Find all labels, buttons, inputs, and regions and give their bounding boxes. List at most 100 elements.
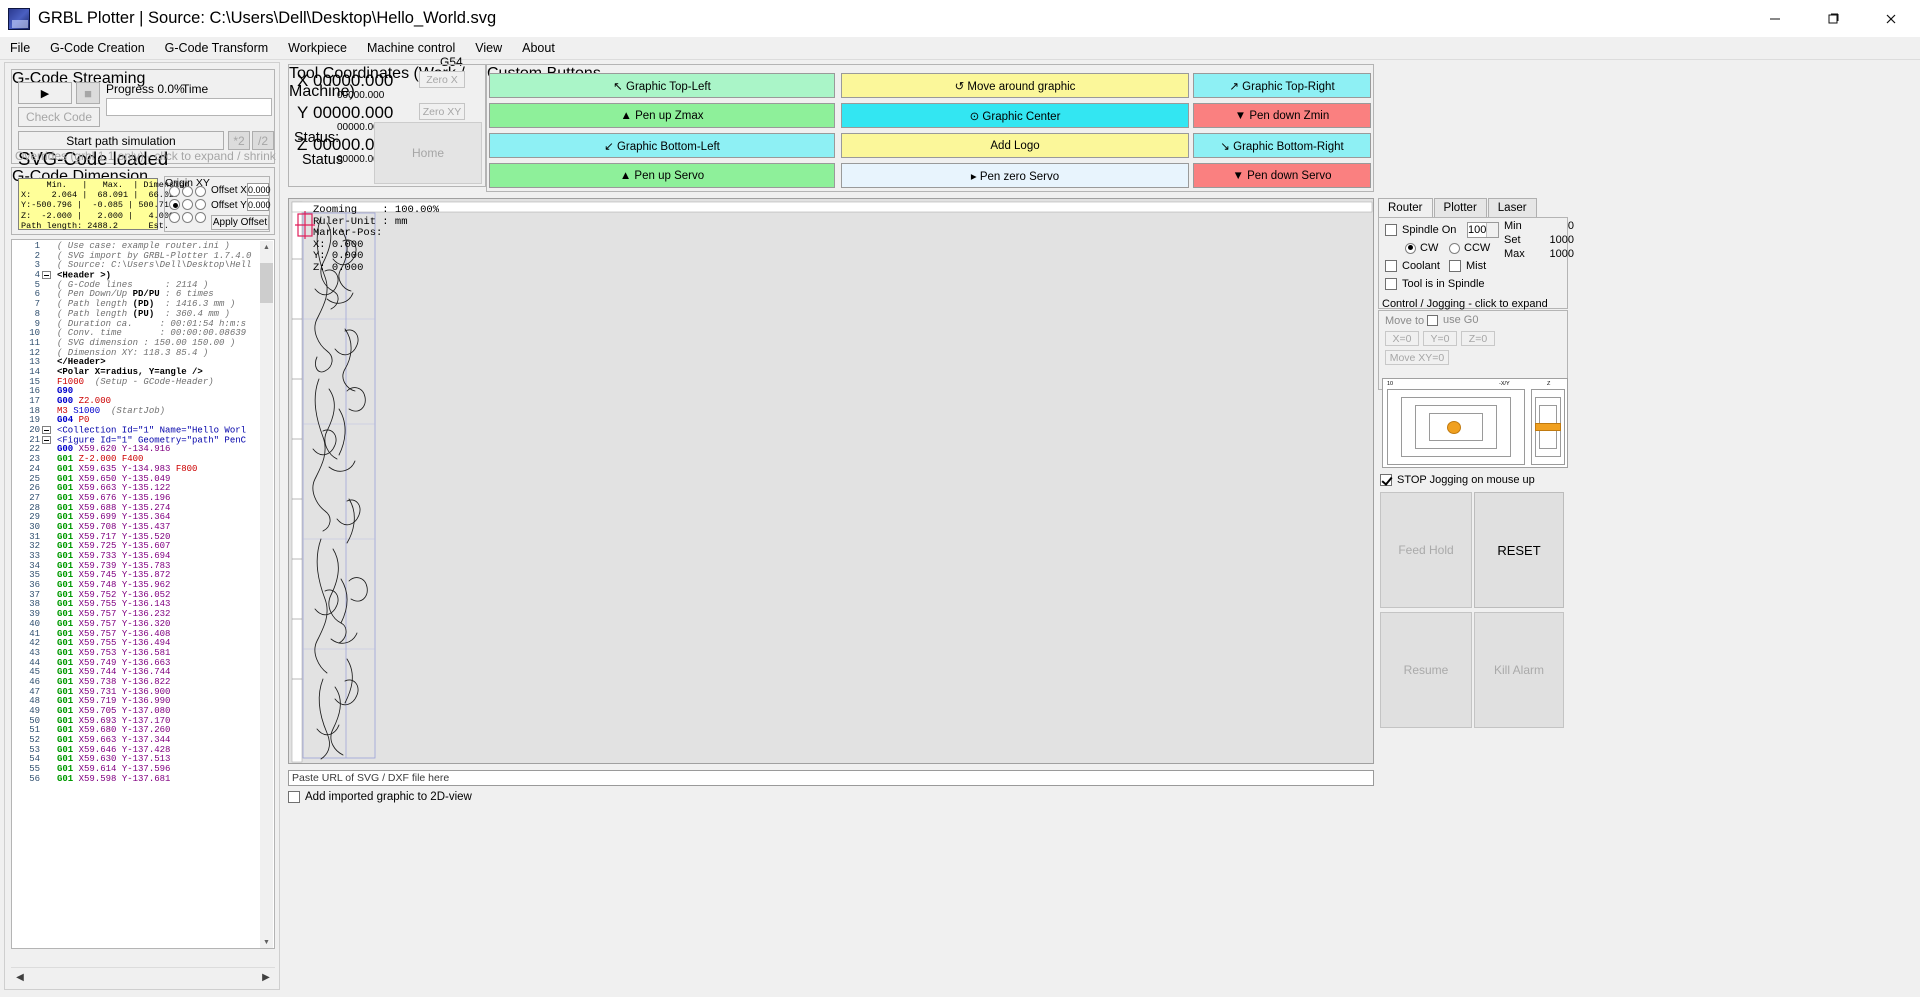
gcode-text[interactable]: 1( Use case: example router.ini ) 2( SVG … [12, 241, 274, 948]
move-xy0-button[interactable]: Move XY=0 [1385, 350, 1449, 365]
custom-button-add-logo[interactable]: Add Logo [841, 133, 1189, 158]
jog-z-center[interactable] [1535, 423, 1561, 431]
code-token: X59.739 Y-135.783 [78, 560, 171, 571]
mist-label: Mist [1466, 260, 1487, 272]
menu-workpiece[interactable]: Workpiece [278, 38, 357, 58]
tab-router[interactable]: Router [1378, 198, 1433, 217]
origin-radio-tr[interactable] [195, 186, 206, 197]
maximize-icon[interactable] [1804, 0, 1862, 37]
tool-in-spindle-checkbox[interactable] [1385, 278, 1397, 290]
custom-button-graphic-bottom-left[interactable]: ↙ Graphic Bottom-Left [489, 133, 835, 158]
origin-radio-br[interactable] [195, 212, 206, 223]
origin-radio-tl[interactable] [169, 186, 180, 197]
origin-radio-bc[interactable] [182, 212, 193, 223]
scroll-left-icon[interactable]: ◀ [11, 968, 29, 986]
mist-row[interactable]: Mist [1449, 260, 1486, 272]
coolant-row[interactable]: Coolant [1385, 260, 1440, 272]
zero-x-button[interactable]: Zero X [419, 71, 465, 88]
custom-button-graphic-center[interactable]: ⊙ Graphic Center [841, 103, 1189, 128]
origin-radio-mc[interactable] [182, 199, 193, 210]
menu-file[interactable]: File [0, 38, 40, 58]
custom-button-graphic-top-left[interactable]: ↖ Graphic Top-Left [489, 73, 835, 98]
custom-button-move-around-graphic[interactable]: ↺ Move around graphic [841, 73, 1189, 98]
ccw-radio[interactable] [1449, 242, 1460, 254]
menu-gcode-transform[interactable]: G-Code Transform [155, 38, 279, 58]
custom-button-graphic-top-right[interactable]: ↗ Graphic Top-Right [1193, 73, 1371, 98]
coolant-checkbox[interactable] [1385, 260, 1397, 272]
reset-button[interactable]: RESET [1474, 492, 1564, 608]
jog-control-widget[interactable]: 10 -X/Y Z [1382, 378, 1568, 468]
editor-vertical-scrollbar[interactable]: ▲ ▼ [260, 241, 273, 948]
move-x0-button[interactable]: X=0 [1385, 331, 1419, 346]
cw-radio[interactable] [1405, 242, 1416, 254]
scroll-right-icon[interactable]: ▶ [257, 968, 275, 986]
fold-toggle-icon[interactable] [42, 271, 51, 280]
kill-alarm-button[interactable]: Kill Alarm [1474, 612, 1564, 728]
menu-gcode-creation[interactable]: G-Code Creation [40, 38, 155, 58]
speed-half-button[interactable]: /2 [252, 131, 274, 150]
graphic-2d-view[interactable]: Zooming : 100.00% Ruler-Unit : mm Marker… [288, 198, 1374, 764]
add-imported-graphic-checkbox[interactable] [288, 791, 300, 803]
resume-button[interactable]: Resume [1380, 612, 1472, 728]
control-jogging-legend[interactable]: Control / Jogging - click to expand [1382, 298, 1548, 310]
origin-radio-mr[interactable] [195, 199, 206, 210]
use-g0-checkbox[interactable] [1427, 314, 1438, 326]
move-z0-button[interactable]: Z=0 [1461, 331, 1495, 346]
custom-button-pen-zero-servo[interactable]: ▸ Pen zero Servo [841, 163, 1189, 188]
zero-xy-button[interactable]: Zero XY [419, 103, 465, 120]
code-token: ( G-Code lines : 2114 ) [57, 279, 209, 290]
custom-button-pen-down-zmin[interactable]: ▼ Pen down Zmin [1193, 103, 1371, 128]
origin-radio-bl[interactable] [169, 212, 180, 223]
menu-about[interactable]: About [512, 38, 565, 58]
spindle-speed-input[interactable]: 100 [1467, 222, 1499, 238]
custom-button-pen-up-servo[interactable]: ▲ Pen up Servo [489, 163, 835, 188]
origin-radio-tc[interactable] [182, 186, 193, 197]
close-icon[interactable] [1862, 0, 1920, 37]
offset-y-input[interactable]: 0.000 [247, 198, 271, 211]
minimize-icon[interactable] [1746, 0, 1804, 37]
stop-stream-button[interactable]: ■ [76, 82, 100, 104]
offset-x-input[interactable]: 0.000 [247, 183, 271, 196]
fold-toggle-icon[interactable] [42, 435, 51, 444]
feed-hold-button[interactable]: Feed Hold [1380, 492, 1472, 608]
tab-laser[interactable]: Laser [1487, 198, 1537, 217]
scroll-down-icon[interactable]: ▼ [260, 936, 273, 948]
spindle-on-row[interactable]: Spindle On [1385, 224, 1456, 236]
stop-jogging-checkbox[interactable] [1380, 474, 1392, 486]
mist-checkbox[interactable] [1449, 260, 1461, 272]
menu-view[interactable]: View [465, 38, 512, 58]
move-y0-button[interactable]: Y=0 [1423, 331, 1457, 346]
code-token: G01 [57, 686, 79, 697]
view-canvas[interactable] [289, 199, 1374, 764]
origin-radio-grid[interactable] [169, 186, 207, 223]
overrides-toggle[interactable]: Overrides (grbl 1.1 only) - click to exp… [15, 149, 276, 163]
start-stream-button[interactable]: ▶ [18, 82, 72, 104]
home-button[interactable]: Home [374, 122, 482, 184]
origin-radio-ml[interactable] [169, 199, 180, 210]
code-token: G01 [57, 580, 79, 591]
jog-xy-center[interactable] [1447, 421, 1461, 434]
custom-button-pen-down-servo[interactable]: ▼ Pen down Servo [1193, 163, 1371, 188]
speed-double-button[interactable]: *2 [228, 131, 250, 150]
code-token: X59.738 Y-136.822 [78, 676, 171, 687]
custom-button-pen-up-zmax[interactable]: ▲ Pen up Zmax [489, 103, 835, 128]
stop-jogging-row[interactable]: STOP Jogging on mouse up [1380, 474, 1535, 486]
add-imported-graphic-row[interactable]: Add imported graphic to 2D-view [288, 791, 472, 803]
spindle-on-checkbox[interactable] [1385, 224, 1397, 236]
use-g0-row[interactable]: use G0 [1427, 314, 1478, 326]
apply-offset-button[interactable]: Apply Offset [211, 215, 269, 230]
svg-url-input[interactable]: Paste URL of SVG / DXF file here [288, 770, 1374, 786]
custom-button-graphic-bottom-right[interactable]: ↘ Graphic Bottom-Right [1193, 133, 1371, 158]
code-token: G01 [57, 657, 79, 668]
ccw-radio-row[interactable]: CCW [1449, 242, 1490, 254]
gcode-editor[interactable]: 1( Use case: example router.ini ) 2( SVG … [11, 239, 275, 949]
stop-jogging-label: STOP Jogging on mouse up [1397, 474, 1535, 486]
fold-toggle-icon[interactable] [42, 426, 51, 435]
cw-radio-row[interactable]: CW [1405, 242, 1438, 254]
tool-in-spindle-row[interactable]: Tool is in Spindle [1385, 278, 1485, 290]
scroll-thumb[interactable] [260, 263, 273, 303]
scroll-up-icon[interactable]: ▲ [260, 241, 273, 254]
editor-horizontal-scrollbar[interactable]: ◀ ▶ [11, 967, 275, 985]
check-code-button[interactable]: Check Code [18, 107, 100, 127]
tab-plotter[interactable]: Plotter [1433, 198, 1487, 217]
